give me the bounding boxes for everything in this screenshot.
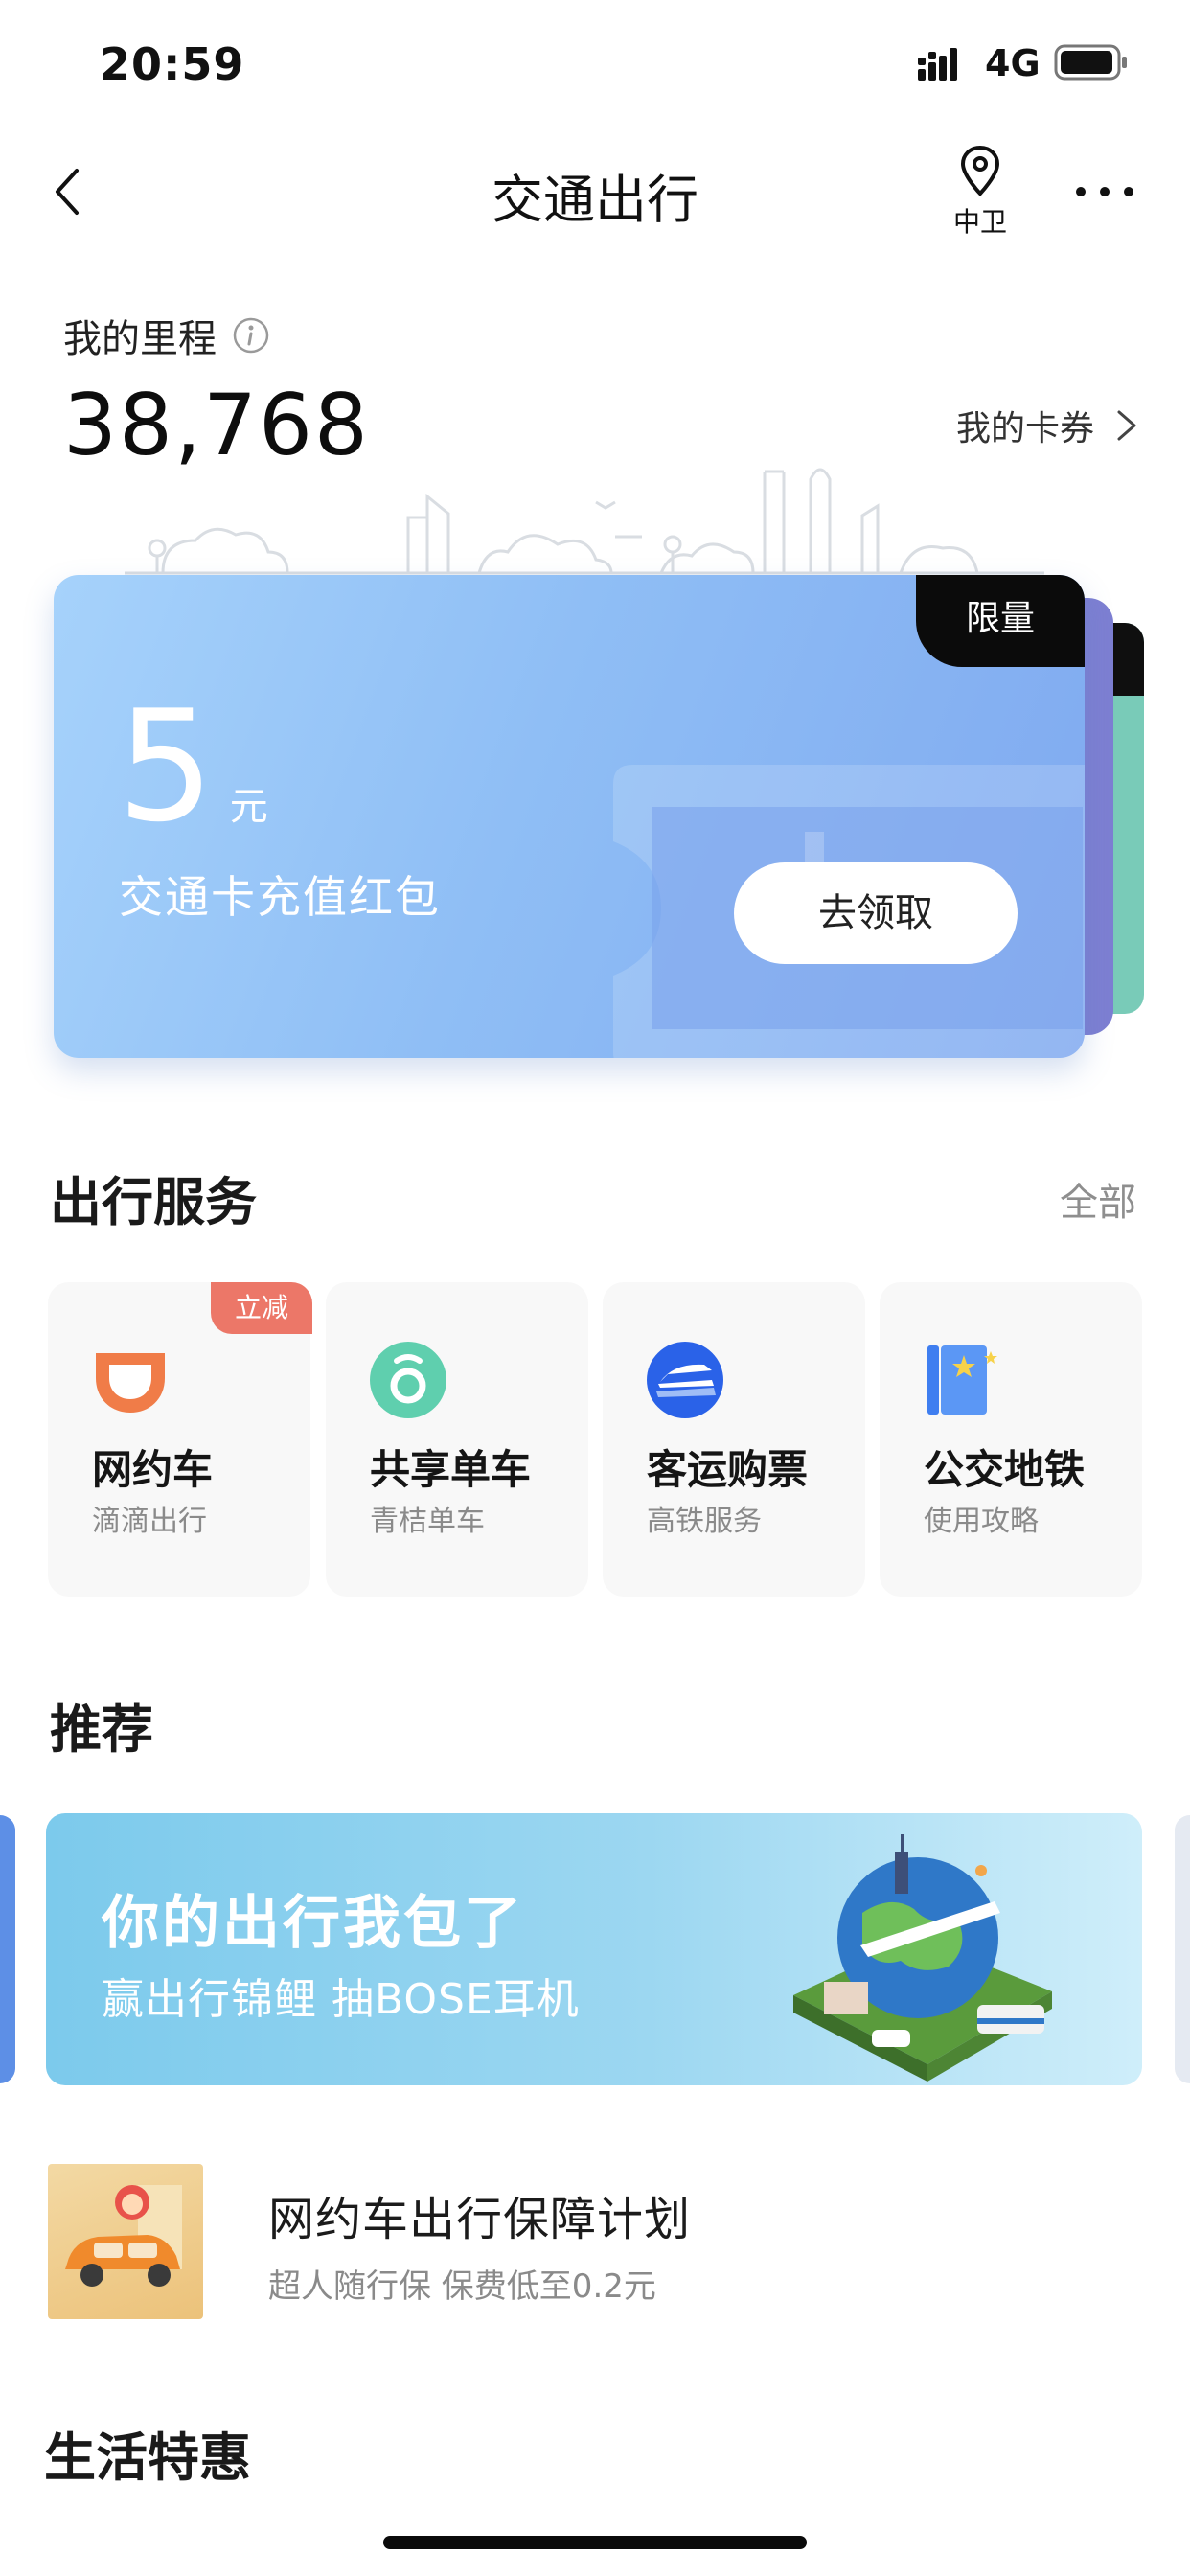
didi-icon bbox=[96, 1353, 165, 1413]
discount-badge: 立减 bbox=[211, 1282, 312, 1334]
train-ticket-icon bbox=[647, 1342, 723, 1418]
service-tile-ride-hailing[interactable]: 立减 网约车 滴滴出行 bbox=[48, 1282, 312, 1597]
status-bar: 20:59 4G bbox=[0, 0, 1190, 125]
coupon-card[interactable]: 限量 5 元 交通卡充值红包 去领取 bbox=[54, 575, 1085, 1058]
bike-icon bbox=[370, 1342, 446, 1418]
carousel-prev-peek bbox=[0, 1815, 15, 2083]
service-subtitle: 使用攻略 bbox=[924, 1505, 1039, 1538]
service-name: 共享单车 bbox=[370, 1446, 532, 1493]
city-skyline-illustration bbox=[125, 468, 1044, 575]
banner-subtitle: 赢出行锦鲤 抽BOSE耳机 bbox=[102, 1975, 580, 2024]
service-subtitle: 滴滴出行 bbox=[92, 1505, 207, 1538]
mileage-label: 我的里程 bbox=[63, 317, 217, 361]
limited-badge: 限量 bbox=[916, 575, 1085, 667]
insurance-title[interactable]: 网约车出行保障计划 bbox=[268, 2181, 691, 2248]
insurance-subtitle: 超人随行保 保费低至0.2元 bbox=[268, 2267, 656, 2306]
transit-guide-icon bbox=[927, 1346, 997, 1414]
insurance-thumbnail[interactable] bbox=[48, 2164, 203, 2319]
travel-globe-illustration bbox=[793, 1834, 1052, 2082]
more-icon[interactable] bbox=[1073, 182, 1136, 201]
location-label: 中卫 bbox=[952, 206, 1007, 238]
banner-title: 你的出行我包了 bbox=[102, 1890, 524, 1957]
service-subtitle: 高铁服务 bbox=[647, 1505, 762, 1538]
service-name: 客运购票 bbox=[647, 1446, 809, 1493]
battery-icon bbox=[1054, 44, 1127, 80]
service-tile-ticketing[interactable]: 客运购票 高铁服务 bbox=[603, 1282, 865, 1597]
service-name: 公交地铁 bbox=[924, 1446, 1086, 1493]
recommend-section-title: 推荐 bbox=[50, 1699, 153, 1760]
view-all-link[interactable]: 全部 bbox=[1060, 1171, 1136, 1227]
mileage-header: 我的里程 bbox=[63, 309, 270, 362]
coupon-amount-unit: 元 bbox=[229, 785, 268, 829]
services-section-title: 出行服务 bbox=[50, 1172, 257, 1232]
info-icon[interactable] bbox=[232, 316, 270, 355]
status-time: 20:59 bbox=[100, 38, 245, 90]
network-label: 4G bbox=[985, 42, 1041, 84]
service-tile-transit[interactable]: 公交地铁 使用攻略 bbox=[880, 1282, 1142, 1597]
location-button[interactable]: 中卫 bbox=[949, 144, 1012, 249]
location-pin-icon bbox=[960, 145, 1000, 196]
home-indicator bbox=[383, 2536, 807, 2549]
life-deals-section-title: 生活特惠 bbox=[44, 2427, 251, 2488]
service-tile-bike[interactable]: 共享单车 青桔单车 bbox=[326, 1282, 588, 1597]
nav-bar: 交通出行 中卫 bbox=[0, 134, 1190, 249]
signal-icon bbox=[918, 48, 957, 80]
my-coupons-label: 我的卡券 bbox=[956, 409, 1095, 448]
claim-button[interactable]: 去领取 bbox=[734, 862, 1018, 964]
service-name: 网约车 bbox=[92, 1446, 214, 1493]
promo-banner[interactable]: 你的出行我包了 赢出行锦鲤 抽BOSE耳机 bbox=[46, 1813, 1142, 2085]
coupon-amount: 5 元 bbox=[117, 690, 268, 843]
carousel-next-peek bbox=[1175, 1815, 1190, 2083]
coupon-description: 交通卡充值红包 bbox=[119, 871, 441, 923]
chevron-right-icon bbox=[1117, 410, 1136, 441]
coupon-amount-number: 5 bbox=[117, 677, 215, 856]
taxi-illustration bbox=[65, 2185, 182, 2287]
service-subtitle: 青桔单车 bbox=[370, 1505, 485, 1538]
my-coupons-link[interactable]: 我的卡券 bbox=[956, 401, 1140, 450]
